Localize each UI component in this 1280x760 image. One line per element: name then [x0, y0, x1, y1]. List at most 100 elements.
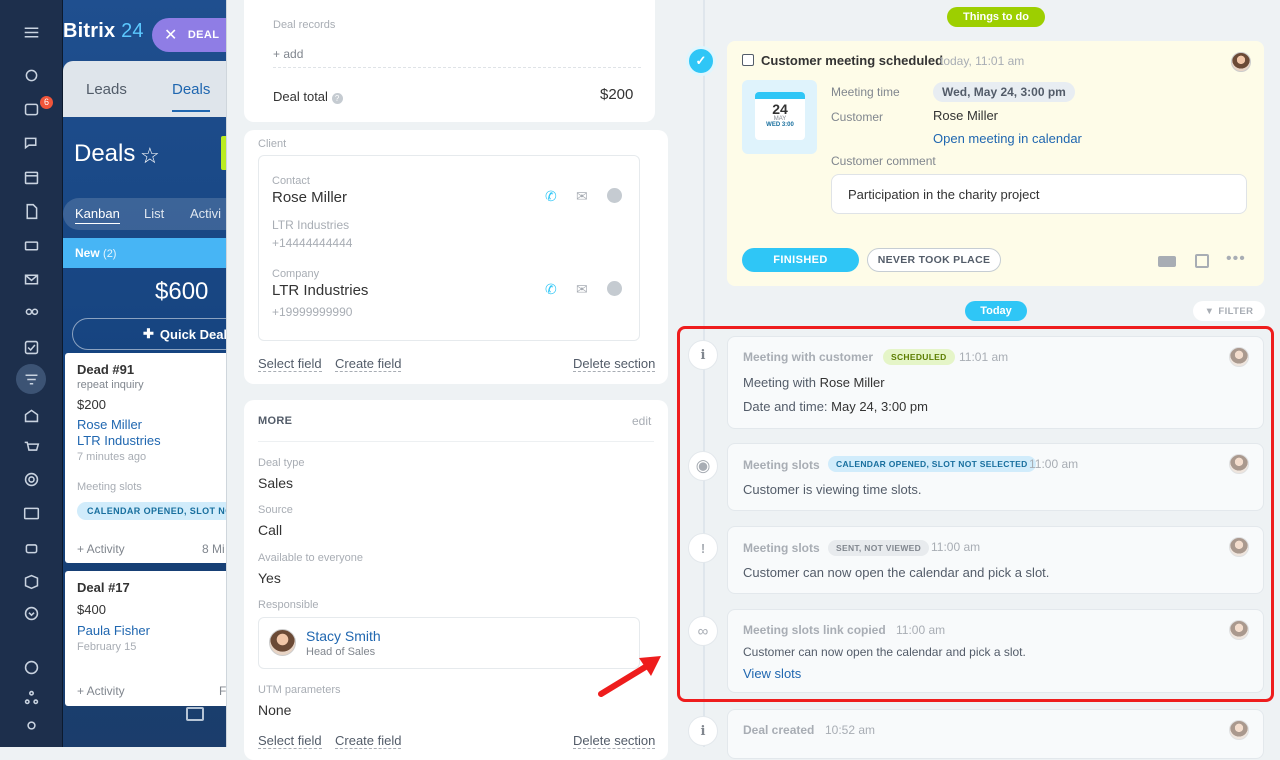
info-icon: i: [688, 716, 718, 746]
robot-icon[interactable]: [20, 536, 42, 558]
more-chevron-icon[interactable]: [20, 602, 42, 624]
bitrix-logo[interactable]: Bitrix 24: [63, 20, 144, 43]
filter-icon: ▼: [1204, 305, 1215, 317]
card-add-activity[interactable]: + Activity: [77, 542, 125, 556]
chat-bubble-icon[interactable]: [607, 188, 622, 203]
feed-icon[interactable]: [20, 64, 42, 86]
column-sum: $600: [155, 278, 209, 305]
highlight-frame: [677, 326, 1274, 702]
contacts-icon[interactable]: [20, 302, 42, 324]
tab-deals[interactable]: Deals: [172, 81, 211, 112]
meeting-time-value: Wed, May 24, 3:00 pm: [933, 82, 1075, 102]
responsible-name[interactable]: Stacy Smith: [306, 628, 381, 644]
shop-icon[interactable]: [20, 436, 42, 458]
tab-leads[interactable]: Leads: [86, 81, 127, 98]
settings-gear-icon[interactable]: [20, 714, 42, 736]
edit-link[interactable]: edit: [632, 414, 651, 428]
drive-icon[interactable]: [20, 234, 42, 256]
email-icon[interactable]: ✉: [576, 281, 588, 298]
comment-label: Customer comment: [831, 154, 936, 168]
contact-label: Contact: [272, 175, 310, 187]
view-kanban[interactable]: Kanban: [75, 206, 120, 224]
card-slots-status: CALENDAR OPENED, SLOT NOT SELECTED: [77, 502, 237, 520]
responsible-avatar: [269, 629, 296, 656]
contact-company: LTR Industries: [272, 218, 350, 232]
kanban-card[interactable]: Dead #91 repeat inquiry $200 Rose Miller…: [65, 353, 233, 563]
chat-icon[interactable]: [20, 132, 42, 154]
card-sum: $400: [77, 602, 106, 617]
responsible-role: Head of Sales: [306, 646, 376, 658]
meeting-time-label: Meeting time: [831, 85, 900, 99]
card-title[interactable]: Dead #91: [77, 362, 221, 377]
menu-hamburger-icon[interactable]: [20, 21, 42, 43]
video-icon[interactable]: [1158, 256, 1176, 267]
calendar-date-icon: 24 MAY WED 3:00: [755, 92, 805, 140]
card-sum: $200: [77, 397, 106, 412]
card-time: February 15: [77, 641, 137, 653]
add-record-link[interactable]: + add: [273, 47, 303, 61]
chat-bubble-icon[interactable]: [607, 281, 622, 296]
crm-icon[interactable]: [16, 364, 46, 394]
todo-checkbox[interactable]: [742, 54, 754, 66]
customer-label: Customer: [831, 110, 884, 124]
id-card-icon[interactable]: [20, 502, 42, 524]
call-icon[interactable]: ✆: [545, 188, 557, 205]
more-dots-icon[interactable]: •••: [1226, 250, 1246, 268]
create-field-link[interactable]: Create field: [335, 357, 402, 372]
event-title: Deal created: [743, 723, 815, 737]
delete-section-link[interactable]: Delete section: [573, 357, 656, 372]
card-meta: 8 Mi: [202, 542, 225, 556]
tasks-icon[interactable]: [20, 336, 42, 358]
responsible-label: Responsible: [258, 599, 319, 611]
deal-type-label: Deal type: [258, 457, 305, 469]
star-icon[interactable]: ☆: [140, 143, 160, 169]
company-phone[interactable]: +19999999990: [272, 305, 352, 319]
card-title[interactable]: Deal #17: [77, 580, 221, 595]
filter-button[interactable]: ▼ FILTER: [1193, 301, 1265, 321]
available-label: Available to everyone: [258, 552, 363, 564]
help-icon[interactable]: [20, 656, 42, 678]
never-took-place-button[interactable]: NEVER TOOK PLACE: [867, 248, 1001, 272]
mail-icon[interactable]: [20, 268, 42, 290]
deal-tab-label: DEAL: [187, 29, 220, 41]
close-icon[interactable]: ✕: [164, 25, 178, 45]
kanban-column-header: New (2): [63, 238, 233, 268]
card-add-activity[interactable]: + Activity: [77, 684, 125, 698]
messenger-icon[interactable]: [20, 98, 42, 120]
divider: [258, 441, 654, 442]
box-icon[interactable]: [20, 570, 42, 592]
contact-name[interactable]: Rose Miller: [272, 189, 347, 206]
structure-icon[interactable]: [20, 686, 42, 708]
source-label: Source: [258, 504, 293, 516]
call-icon[interactable]: ✆: [545, 281, 557, 298]
card-contact-link[interactable]: Rose Miller: [77, 417, 221, 433]
more-section: [244, 400, 668, 760]
finished-button[interactable]: FINISHED: [742, 248, 859, 272]
notification-badge: 6: [40, 96, 54, 109]
plus-icon: ✚: [143, 326, 154, 341]
open-calendar-link[interactable]: Open meeting in calendar: [933, 131, 1082, 146]
view-list[interactable]: List: [144, 206, 164, 221]
sites-icon[interactable]: [20, 404, 42, 426]
client-label: Client: [258, 138, 287, 150]
print-icon[interactable]: [186, 707, 204, 721]
deal-slider-tab[interactable]: ✕ DEAL: [152, 18, 232, 52]
deal-records-label: Deal records: [273, 19, 336, 31]
deal-total-value: $200: [600, 86, 634, 103]
author-avatar: [1229, 720, 1249, 740]
document-icon[interactable]: [20, 200, 42, 222]
note-icon[interactable]: [1195, 254, 1209, 268]
select-field-link[interactable]: Select field: [258, 357, 322, 372]
marketing-icon[interactable]: [20, 468, 42, 490]
calendar-icon[interactable]: [20, 166, 42, 188]
available-value: Yes: [258, 570, 281, 586]
view-activities[interactable]: Activi: [190, 206, 221, 221]
company-name[interactable]: LTR Industries: [272, 282, 368, 299]
card-company-link[interactable]: LTR Industries: [77, 433, 221, 449]
event-time: 10:52 am: [825, 723, 876, 737]
quick-deal-button[interactable]: ✚ Quick Deal: [72, 318, 233, 350]
card-contact-link[interactable]: Paula Fisher: [77, 623, 221, 639]
email-icon[interactable]: ✉: [576, 188, 588, 205]
customer-comment: Participation in the charity project: [831, 174, 1247, 214]
contact-phone[interactable]: +14444444444: [272, 236, 352, 250]
